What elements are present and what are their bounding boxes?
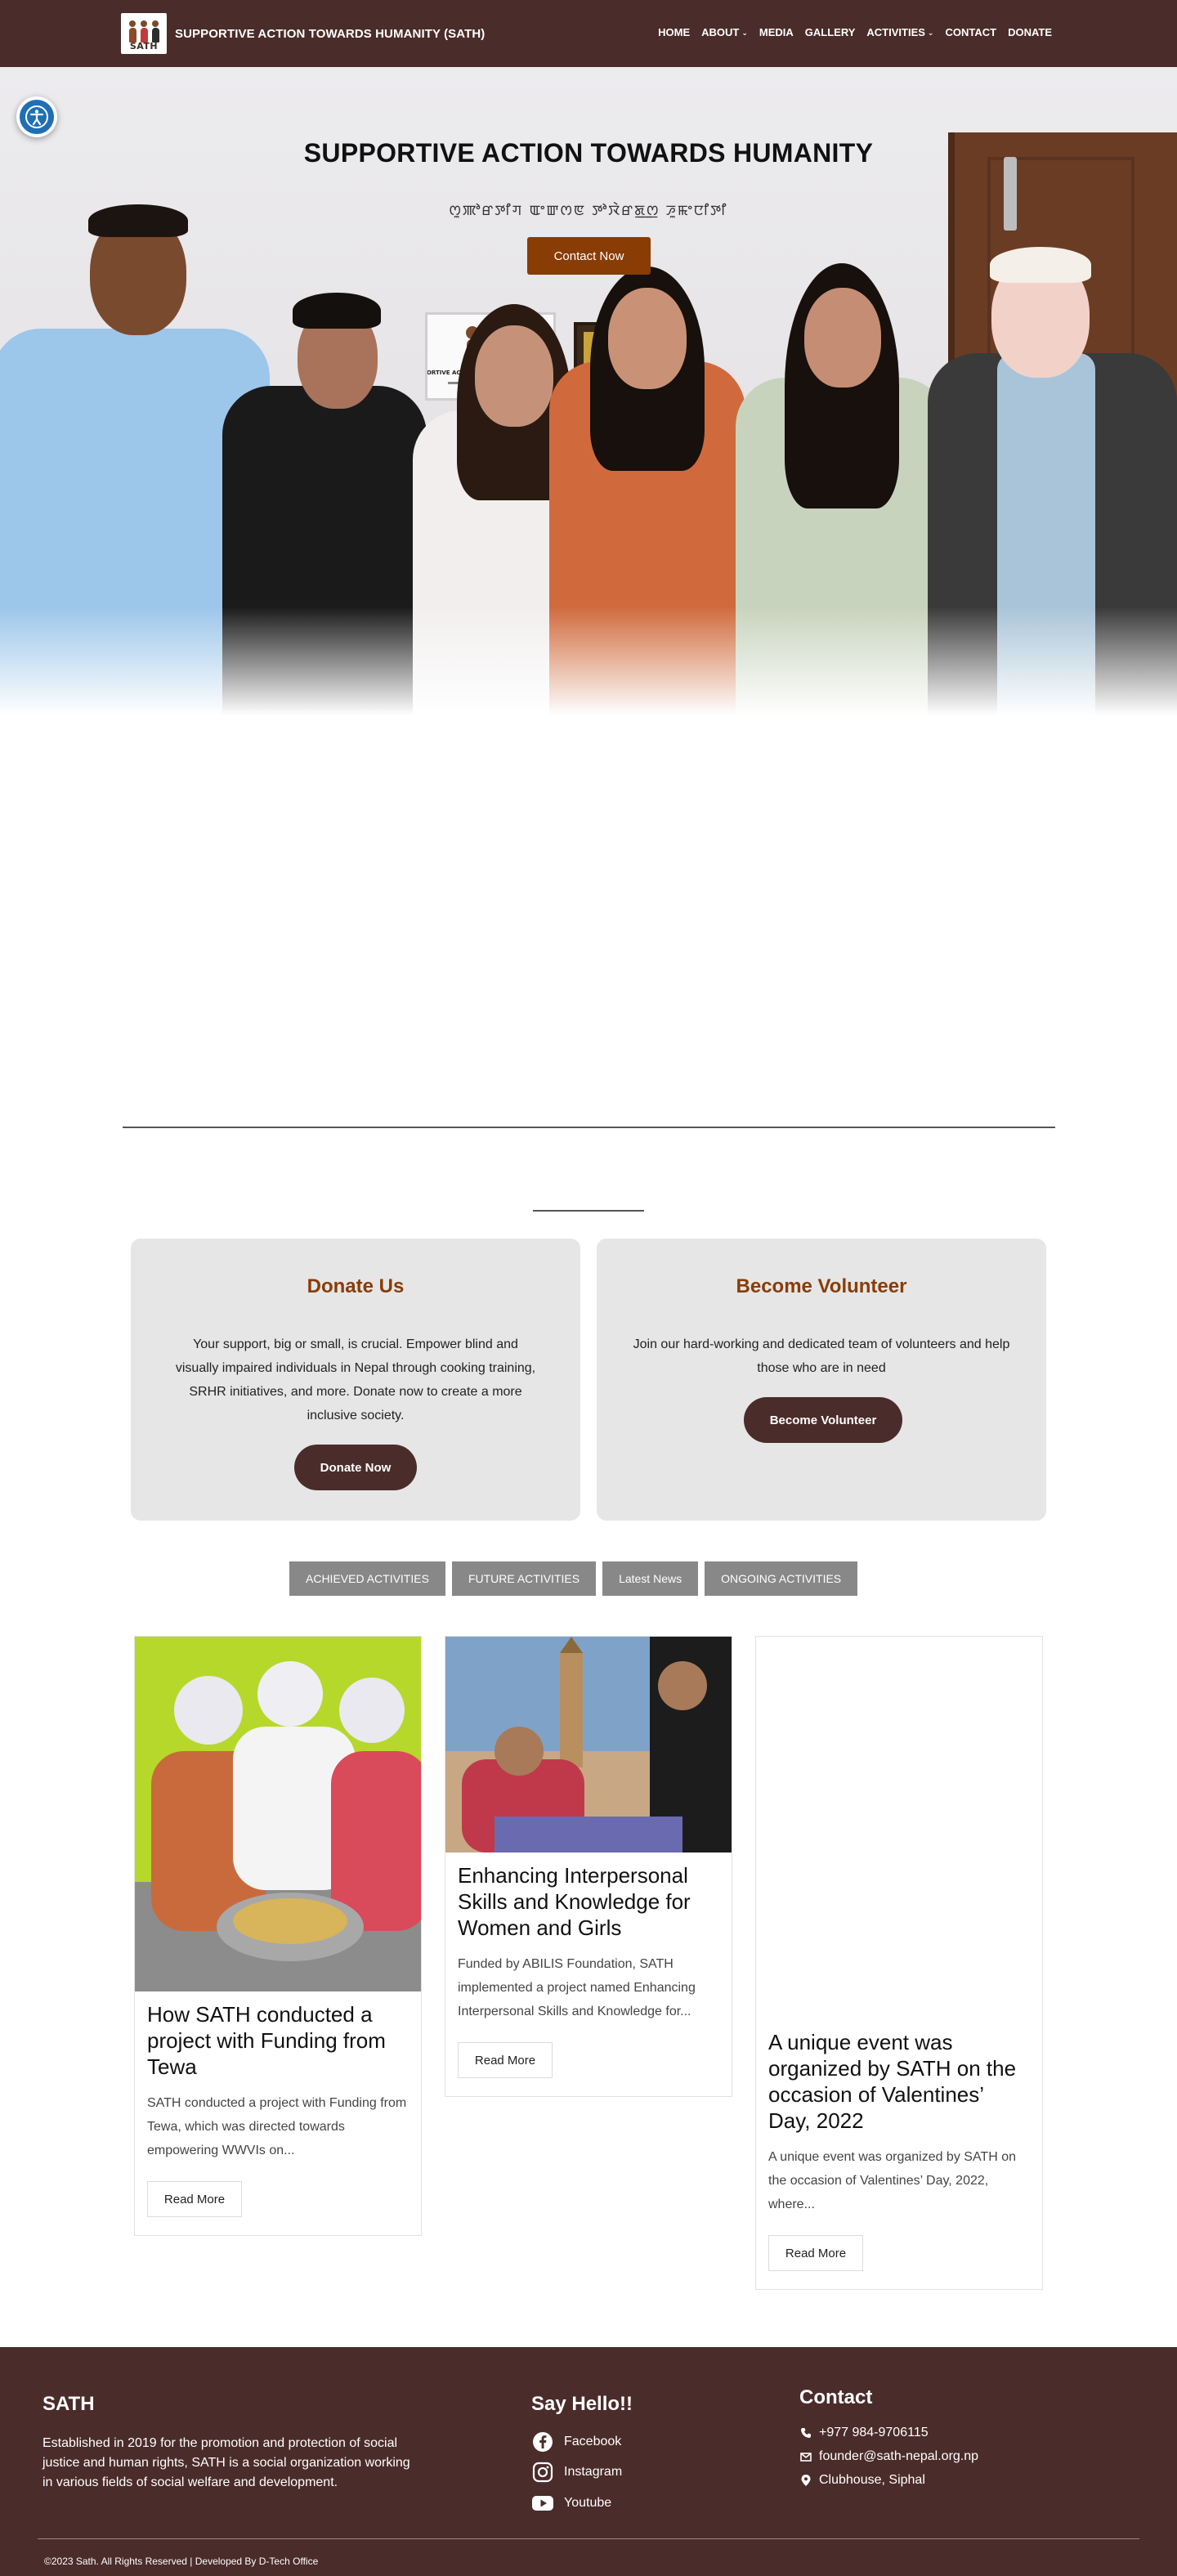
nav-label: CONTACT — [945, 26, 997, 38]
post-excerpt: A unique event was organized by SATH on … — [768, 2150, 1016, 2211]
donate-card-text: Your support, big or small, is crucial. … — [175, 1337, 536, 1422]
nav-label: ACTIVITIES — [866, 26, 925, 38]
section-divider — [123, 1127, 1055, 1128]
contact-now-button[interactable]: Contact Now — [527, 237, 651, 275]
site-footer: SATH Established in 2019 for the promoti… — [0, 2347, 1177, 2576]
section-divider-short — [533, 1210, 644, 1212]
read-more-button[interactable]: Read More — [147, 2181, 242, 2217]
instagram-label: Instagram — [564, 2465, 623, 2479]
post-excerpt: Funded by ABILIS Foundation, SATH implem… — [458, 1957, 696, 2018]
hero-subtitle: ꯁꯨꯄꯣꯔꯇꯤꯚ ꯑꯦꯛꯁꯟ ꯇꯣꯋꯥꯔꯗ꯭ꯁ ꯍꯨꯃꯦꯅꯤꯇꯤ — [449, 203, 728, 219]
footer-social-title: Say Hello!! — [531, 2393, 633, 2415]
nav-label: ABOUT — [701, 26, 740, 38]
facebook-link[interactable]: Facebook — [531, 2430, 621, 2453]
volunteer-card-title: Become Volunteer — [736, 1275, 907, 1297]
chevron-down-icon: ⌄ — [741, 29, 748, 37]
nav-about[interactable]: ABOUT ⌄ — [701, 26, 748, 38]
nav-label: GALLERY — [804, 26, 856, 38]
main-nav: HOME ABOUT ⌄ MEDIA GALLERY ACTIVITIES ⌄ CO… — [658, 26, 1052, 38]
contact-email[interactable]: founder@sath-nepal.org.np — [799, 2449, 978, 2464]
nav-gallery[interactable]: GALLERY — [805, 26, 856, 38]
tab-future-activities[interactable]: FUTURE ACTIVITIES — [451, 1561, 597, 1596]
phone-icon — [799, 2427, 812, 2439]
nav-donate[interactable]: DONATE — [1008, 26, 1052, 38]
hero-title: SUPPORTIVE ACTION TOWARDS HUMANITY — [303, 138, 874, 168]
read-more-button[interactable]: Read More — [458, 2042, 553, 2078]
post-image[interactable] — [445, 1637, 732, 1852]
post-card: How SATH conducted a project with Fundin… — [134, 1636, 422, 2236]
contact-address-label: Clubhouse, Siphal — [819, 2473, 925, 2487]
email-icon — [799, 2452, 812, 2462]
post-title[interactable]: A unique event was organized by SATH on … — [768, 2029, 1030, 2134]
footer-divider — [38, 2538, 1139, 2539]
nav-label: MEDIA — [759, 26, 794, 38]
donate-now-button[interactable]: Donate Now — [294, 1445, 417, 1490]
donate-card: Donate Us Your support, big or small, is… — [131, 1239, 580, 1521]
nav-label: HOME — [658, 26, 691, 38]
location-icon — [799, 2475, 812, 2486]
post-image[interactable] — [135, 1637, 421, 1991]
hero-section: SUPPORTIVE ACTION TOWARDS HUMANITY (SATH… — [0, 67, 1177, 721]
post-image[interactable] — [756, 1637, 1042, 2021]
site-name[interactable]: SUPPORTIVE ACTION TOWARDS HUMANITY (SATH… — [175, 27, 485, 41]
post-title[interactable]: How SATH conducted a project with Fundin… — [147, 2001, 409, 2080]
nav-contact[interactable]: CONTACT — [945, 26, 996, 38]
volunteer-card-text: Join our hard-working and dedicated team… — [633, 1337, 1010, 1375]
instagram-icon — [531, 2461, 554, 2484]
footer-copyright: ©2023 Sath. All Rights Reserved | Develo… — [44, 2556, 319, 2567]
footer-about-title: SATH — [43, 2393, 95, 2415]
contact-phone-label: +977 984-9706115 — [819, 2426, 929, 2439]
site-logo[interactable]: SATH — [121, 13, 167, 54]
brand[interactable]: SATH SUPPORTIVE ACTION TOWARDS HUMANITY … — [121, 13, 485, 54]
facebook-label: Facebook — [564, 2435, 622, 2448]
donate-card-title: Donate Us — [307, 1275, 405, 1297]
footer-about-text: Established in 2019 for the promotion an… — [43, 2436, 410, 2489]
read-more-button[interactable]: Read More — [768, 2235, 863, 2271]
volunteer-card: Become Volunteer Join our hard-working a… — [597, 1239, 1046, 1521]
youtube-icon — [531, 2492, 554, 2515]
footer-contact-title: Contact — [799, 2386, 873, 2408]
tab-ongoing-activities[interactable]: ONGOING ACTIVITIES — [705, 1561, 858, 1596]
youtube-link[interactable]: Youtube — [531, 2492, 611, 2515]
nav-home[interactable]: HOME — [658, 26, 690, 38]
post-card: A unique event was organized by SATH on … — [755, 1636, 1043, 2290]
tab-latest-news[interactable]: Latest News — [602, 1561, 699, 1596]
site-header: SATH SUPPORTIVE ACTION TOWARDS HUMANITY … — [0, 0, 1177, 67]
chevron-down-icon: ⌄ — [927, 29, 934, 37]
contact-phone[interactable]: +977 984-9706115 — [799, 2426, 929, 2440]
nav-label: DONATE — [1008, 26, 1052, 38]
nav-media[interactable]: MEDIA — [759, 26, 794, 38]
tab-achieved-activities[interactable]: ACHIEVED ACTIVITIES — [289, 1561, 445, 1596]
contact-address: Clubhouse, Siphal — [799, 2473, 925, 2488]
logo-text: SATH — [129, 41, 159, 52]
contact-email-label: founder@sath-nepal.org.np — [819, 2449, 979, 2463]
post-card: Enhancing Interpersonal Skills and Knowl… — [445, 1636, 732, 2097]
accessibility-icon — [25, 105, 48, 128]
accessibility-button[interactable] — [16, 96, 57, 137]
facebook-icon — [531, 2430, 554, 2453]
instagram-link[interactable]: Instagram — [531, 2461, 622, 2484]
become-volunteer-button[interactable]: Become Volunteer — [744, 1397, 902, 1443]
post-title[interactable]: Enhancing Interpersonal Skills and Knowl… — [458, 1862, 719, 1941]
post-excerpt: SATH conducted a project with Funding fr… — [147, 2096, 407, 2157]
youtube-label: Youtube — [564, 2496, 612, 2510]
nav-activities[interactable]: ACTIVITIES ⌄ — [866, 26, 933, 38]
activity-tabs: ACHIEVED ACTIVITIES FUTURE ACTIVITIES La… — [289, 1561, 858, 1596]
